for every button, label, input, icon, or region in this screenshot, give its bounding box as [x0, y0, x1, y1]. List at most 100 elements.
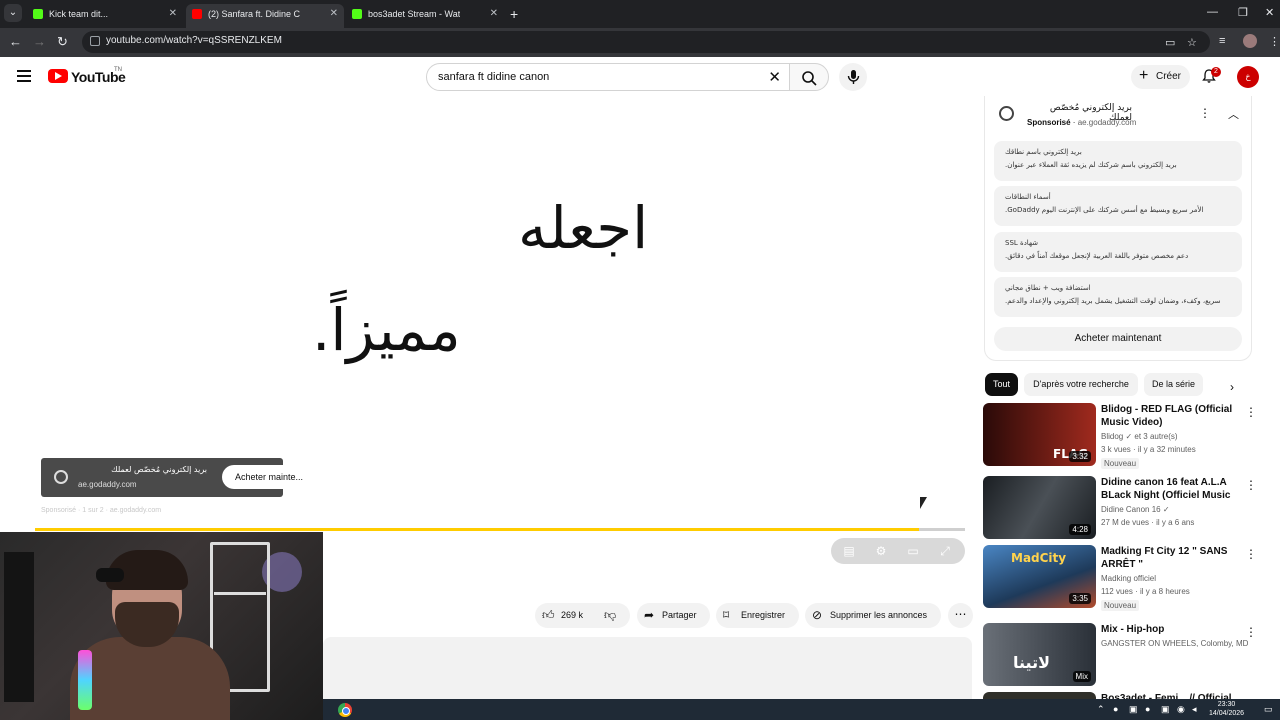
video-menu-icon[interactable]: ⋮: [1245, 405, 1257, 419]
fullscreen-icon[interactable]: ⤢: [937, 543, 953, 559]
create-button[interactable]: + Créer: [1131, 65, 1190, 89]
thumbnail-text: لاتينا: [1013, 653, 1050, 672]
restore-icon[interactable]: ❐: [1238, 6, 1248, 19]
network-icon[interactable]: ◉: [1177, 704, 1185, 715]
like-thumb-icon[interactable]: 👍︎: [542, 608, 555, 623]
sitelink-text: الأمر سريع وبسيط مع أسس شركتك على الإنتر…: [1005, 206, 1204, 214]
windows-taskbar: ⌃ ● ▣ ● ▣ ◉ ◂ 23:30 14/04/2026 ▭: [323, 699, 1280, 720]
tray-app-icon[interactable]: ▣: [1161, 704, 1170, 715]
chip-all[interactable]: Tout: [985, 373, 1018, 396]
video-menu-icon[interactable]: ⋮: [1245, 478, 1257, 492]
browser-tab-1[interactable]: Kick team dit... ✕: [27, 4, 183, 28]
site-info-icon[interactable]: [90, 36, 100, 46]
tray-app-icon[interactable]: ●: [1145, 704, 1150, 714]
chevron-right-icon[interactable]: ›: [1230, 380, 1234, 394]
address-bar[interactable]: youtube.com/watch?v=qSSRENZLKEM ▭ ☆: [82, 31, 1210, 53]
window-close-icon[interactable]: ✕: [1265, 6, 1274, 19]
voice-search-button[interactable]: [839, 63, 867, 91]
country-code: TN: [114, 67, 122, 73]
chip-series[interactable]: De la série: [1144, 373, 1203, 396]
tray-app-icon[interactable]: ▣: [1129, 704, 1138, 715]
extensions-icon[interactable]: ≡: [1219, 35, 1225, 47]
tray-chevron-icon[interactable]: ⌃: [1097, 704, 1105, 715]
chip-related-search[interactable]: D'après votre recherche: [1024, 373, 1138, 396]
channel-line[interactable]: Blidog ✓ et 3 autre(s): [1101, 432, 1251, 441]
youtube-favicon-icon: [192, 9, 202, 19]
minimize-icon[interactable]: —: [1207, 6, 1218, 18]
more-actions-icon[interactable]: ⋯: [948, 603, 973, 628]
browser-tab-2[interactable]: (2) Sanfara ft. Didine Canon ✕: [186, 4, 344, 28]
ad-title: بريد إلكتروني مُخصّص لعملك: [111, 465, 207, 474]
video-progress-bar[interactable]: [35, 528, 965, 531]
video-title[interactable]: Madking Ft City 12 " SANS ARRÊT ": [1101, 545, 1239, 571]
cast-icon[interactable]: ▭: [1165, 36, 1175, 49]
clock-time: 23:30: [1217, 701, 1236, 708]
channel-name[interactable]: Madking officiel: [1101, 574, 1251, 583]
tab-close-icon[interactable]: ✕: [169, 4, 177, 24]
godaddy-logo-icon: [999, 106, 1014, 121]
youtube-logo-icon[interactable]: [48, 69, 68, 83]
subtitles-icon[interactable]: ▤: [841, 543, 857, 559]
kick-favicon-icon: [33, 9, 43, 19]
settings-gear-icon[interactable]: ⚙: [873, 543, 889, 559]
list-item[interactable]: 4:28 Didine canon 16 feat A.L.A BLack Ni…: [983, 476, 1273, 542]
search-button[interactable]: [789, 63, 829, 91]
list-item[interactable]: FLAG 3:32 Blidog - RED FLAG (Official Mu…: [983, 403, 1273, 469]
forward-icon[interactable]: →: [33, 34, 46, 49]
dislike-thumb-icon[interactable]: 👎︎: [604, 608, 616, 623]
theater-mode-icon[interactable]: ▭: [905, 543, 921, 559]
channel-line[interactable]: Didine Canon 16 ✓: [1101, 505, 1251, 514]
video-menu-icon[interactable]: ⋮: [1245, 625, 1257, 639]
tab-close-icon[interactable]: ✕: [490, 4, 498, 24]
video-title[interactable]: Blidog - RED FLAG (Official Music Video): [1101, 403, 1239, 429]
sitelink-heading: أسماء النطاقات: [1005, 193, 1051, 201]
new-tab-button[interactable]: +: [510, 4, 518, 24]
reload-icon[interactable]: ↻: [57, 34, 68, 50]
save-button[interactable]: ⌑ Enregistrer: [716, 603, 799, 628]
account-avatar[interactable]: خ: [1237, 66, 1259, 88]
url-text: youtube.com/watch?v=qSSRENZLKEM: [106, 35, 282, 46]
back-icon[interactable]: ←: [9, 34, 22, 49]
clear-search-icon[interactable]: ✕: [768, 68, 781, 86]
ad-sitelink-1[interactable]: بريد إلكتروني باسم نطاقك بريد إلكتروني ب…: [994, 141, 1242, 181]
sidebar-ad-buy-button[interactable]: Acheter maintenant: [994, 327, 1242, 351]
mix-artists[interactable]: GANGSTER ON WHEELS, Colomby, MD ...: [1101, 639, 1251, 648]
browser-tab-3[interactable]: bos3adet Stream - Watch Live o... ✕: [346, 4, 504, 28]
video-thumbnail[interactable]: MadCity 3:35: [983, 545, 1096, 608]
description-box[interactable]: [323, 637, 972, 699]
ad-sitelink-4[interactable]: استضافة ويب + نطاق مجاني سريع، وكفء، وضم…: [994, 277, 1242, 317]
share-button[interactable]: ➦ Partager: [637, 603, 710, 628]
mix-thumbnail[interactable]: لاتينا Mix: [983, 623, 1096, 686]
ad-sitelink-2[interactable]: أسماء النطاقات الأمر سريع وبسيط مع أسس ش…: [994, 186, 1242, 226]
video-ad-overlay[interactable]: بريد إلكتروني مُخصّص لعملك ae.godaddy.co…: [41, 458, 316, 497]
collapse-chevron-icon[interactable]: ︿: [1228, 106, 1239, 122]
video-title[interactable]: Mix - Hip-hop: [1101, 623, 1239, 636]
like-count[interactable]: 269 k: [561, 610, 583, 620]
browser-profile-avatar[interactable]: [1243, 34, 1257, 48]
list-item[interactable]: MadCity 3:35 Madking Ft City 12 " SANS A…: [983, 545, 1273, 611]
video-thumbnail[interactable]: FLAG 3:32: [983, 403, 1096, 466]
ad-sitelink-3[interactable]: شهادة SSL دعم مخصص متوفر باللغة العربية …: [994, 232, 1242, 272]
ad-buy-button[interactable]: Acheter mainte...: [222, 465, 316, 489]
channel-name: Didine Canon 16: [1101, 505, 1161, 514]
ad-menu-icon[interactable]: ⋮: [1199, 106, 1211, 120]
tab-close-icon[interactable]: ✕: [330, 4, 338, 24]
clock[interactable]: 23:30 14/04/2026: [1209, 700, 1244, 718]
video-title[interactable]: Didine canon 16 feat A.L.A BLack Night (…: [1101, 476, 1239, 503]
search-input[interactable]: sanfara ft didine canon ✕: [426, 63, 790, 91]
video-menu-icon[interactable]: ⋮: [1245, 547, 1257, 561]
notification-center-icon[interactable]: ▭: [1264, 704, 1273, 715]
video-thumbnail[interactable]: 4:28: [983, 476, 1096, 539]
player-controls: ▤ ⚙ ▭ ⤢: [831, 538, 965, 564]
browser-menu-icon[interactable]: ⋮: [1269, 35, 1280, 48]
duration-badge: 3:32: [1069, 451, 1091, 462]
guide-menu-icon[interactable]: [17, 70, 31, 83]
chrome-taskbar-icon[interactable]: [338, 703, 352, 717]
remove-ads-button[interactable]: ⊘ Supprimer les annonces: [805, 603, 941, 628]
volume-icon[interactable]: ◂: [1192, 704, 1197, 715]
bookmark-star-icon[interactable]: ☆: [1187, 36, 1197, 49]
tray-app-icon[interactable]: ●: [1113, 704, 1118, 714]
list-item[interactable]: لاتينا Mix Mix - Hip-hop GANGSTER ON WHE…: [983, 623, 1273, 689]
tab-search-button[interactable]: ⌄: [4, 4, 22, 22]
ad-domain: ae.godaddy.com: [78, 480, 137, 489]
